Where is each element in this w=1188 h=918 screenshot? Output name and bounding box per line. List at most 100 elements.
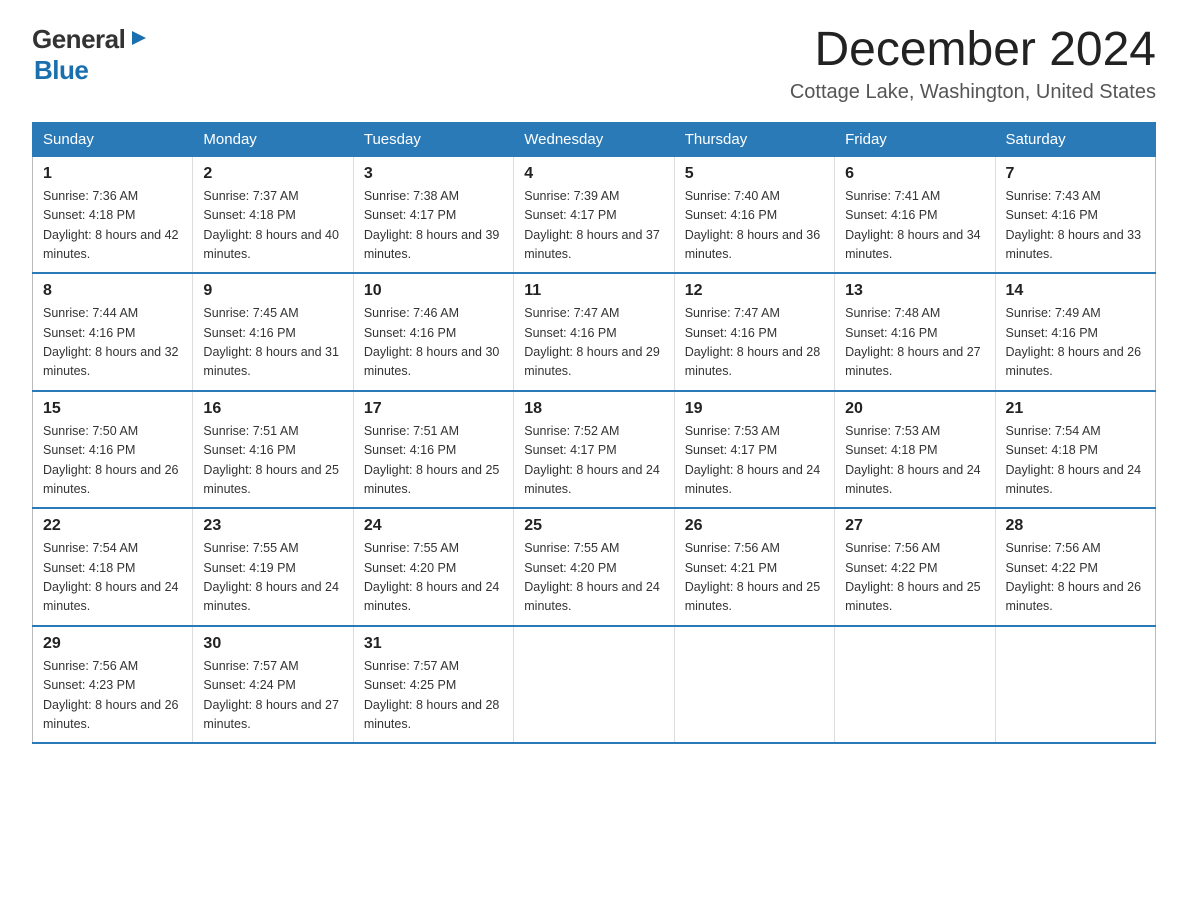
day-number: 31: [364, 635, 503, 653]
header-friday: Friday: [835, 122, 995, 156]
calendar-cell: 1 Sunrise: 7:36 AMSunset: 4:18 PMDayligh…: [33, 156, 193, 273]
day-number: 7: [1006, 165, 1145, 183]
day-info: Sunrise: 7:57 AMSunset: 4:24 PMDaylight:…: [203, 659, 339, 731]
day-number: 29: [43, 635, 182, 653]
day-number: 2: [203, 165, 342, 183]
header-thursday: Thursday: [674, 122, 834, 156]
calendar-cell: 17 Sunrise: 7:51 AMSunset: 4:16 PMDaylig…: [353, 391, 513, 509]
day-number: 3: [364, 165, 503, 183]
calendar-week-row: 22 Sunrise: 7:54 AMSunset: 4:18 PMDaylig…: [33, 508, 1156, 626]
logo: General Blue: [32, 24, 150, 86]
location-title: Cottage Lake, Washington, United States: [790, 81, 1156, 104]
calendar-cell: [995, 626, 1155, 744]
calendar-cell: 3 Sunrise: 7:38 AMSunset: 4:17 PMDayligh…: [353, 156, 513, 273]
day-number: 21: [1006, 400, 1145, 418]
day-info: Sunrise: 7:56 AMSunset: 4:22 PMDaylight:…: [1006, 541, 1142, 613]
day-info: Sunrise: 7:57 AMSunset: 4:25 PMDaylight:…: [364, 659, 500, 731]
day-number: 4: [524, 165, 663, 183]
day-number: 27: [845, 517, 984, 535]
calendar-cell: 16 Sunrise: 7:51 AMSunset: 4:16 PMDaylig…: [193, 391, 353, 509]
day-info: Sunrise: 7:53 AMSunset: 4:17 PMDaylight:…: [685, 424, 821, 496]
day-number: 12: [685, 282, 824, 300]
day-info: Sunrise: 7:47 AMSunset: 4:16 PMDaylight:…: [685, 306, 821, 378]
calendar-cell: 4 Sunrise: 7:39 AMSunset: 4:17 PMDayligh…: [514, 156, 674, 273]
page-header: General Blue December 2024 Cottage Lake,…: [32, 24, 1156, 104]
calendar-cell: 14 Sunrise: 7:49 AMSunset: 4:16 PMDaylig…: [995, 273, 1155, 391]
calendar-week-row: 8 Sunrise: 7:44 AMSunset: 4:16 PMDayligh…: [33, 273, 1156, 391]
day-number: 23: [203, 517, 342, 535]
day-number: 30: [203, 635, 342, 653]
calendar-table: Sunday Monday Tuesday Wednesday Thursday…: [32, 122, 1156, 745]
calendar-cell: 20 Sunrise: 7:53 AMSunset: 4:18 PMDaylig…: [835, 391, 995, 509]
day-number: 10: [364, 282, 503, 300]
calendar-cell: 8 Sunrise: 7:44 AMSunset: 4:16 PMDayligh…: [33, 273, 193, 391]
calendar-cell: 31 Sunrise: 7:57 AMSunset: 4:25 PMDaylig…: [353, 626, 513, 744]
day-number: 25: [524, 517, 663, 535]
weekday-header-row: Sunday Monday Tuesday Wednesday Thursday…: [33, 122, 1156, 156]
calendar-cell: 27 Sunrise: 7:56 AMSunset: 4:22 PMDaylig…: [835, 508, 995, 626]
day-info: Sunrise: 7:53 AMSunset: 4:18 PMDaylight:…: [845, 424, 981, 496]
calendar-cell: 18 Sunrise: 7:52 AMSunset: 4:17 PMDaylig…: [514, 391, 674, 509]
logo-arrow-icon: [128, 27, 150, 54]
calendar-week-row: 15 Sunrise: 7:50 AMSunset: 4:16 PMDaylig…: [33, 391, 1156, 509]
calendar-cell: 26 Sunrise: 7:56 AMSunset: 4:21 PMDaylig…: [674, 508, 834, 626]
day-info: Sunrise: 7:44 AMSunset: 4:16 PMDaylight:…: [43, 306, 179, 378]
header-sunday: Sunday: [33, 122, 193, 156]
calendar-cell: 19 Sunrise: 7:53 AMSunset: 4:17 PMDaylig…: [674, 391, 834, 509]
day-info: Sunrise: 7:54 AMSunset: 4:18 PMDaylight:…: [1006, 424, 1142, 496]
day-number: 17: [364, 400, 503, 418]
calendar-week-row: 29 Sunrise: 7:56 AMSunset: 4:23 PMDaylig…: [33, 626, 1156, 744]
calendar-cell: 25 Sunrise: 7:55 AMSunset: 4:20 PMDaylig…: [514, 508, 674, 626]
day-number: 26: [685, 517, 824, 535]
calendar-cell: [514, 626, 674, 744]
calendar-cell: 7 Sunrise: 7:43 AMSunset: 4:16 PMDayligh…: [995, 156, 1155, 273]
calendar-cell: 29 Sunrise: 7:56 AMSunset: 4:23 PMDaylig…: [33, 626, 193, 744]
calendar-cell: 12 Sunrise: 7:47 AMSunset: 4:16 PMDaylig…: [674, 273, 834, 391]
calendar-cell: 15 Sunrise: 7:50 AMSunset: 4:16 PMDaylig…: [33, 391, 193, 509]
day-number: 14: [1006, 282, 1145, 300]
title-section: December 2024 Cottage Lake, Washington, …: [790, 24, 1156, 104]
calendar-cell: 11 Sunrise: 7:47 AMSunset: 4:16 PMDaylig…: [514, 273, 674, 391]
day-info: Sunrise: 7:48 AMSunset: 4:16 PMDaylight:…: [845, 306, 981, 378]
day-info: Sunrise: 7:55 AMSunset: 4:20 PMDaylight:…: [524, 541, 660, 613]
day-info: Sunrise: 7:54 AMSunset: 4:18 PMDaylight:…: [43, 541, 179, 613]
day-info: Sunrise: 7:56 AMSunset: 4:22 PMDaylight:…: [845, 541, 981, 613]
day-info: Sunrise: 7:43 AMSunset: 4:16 PMDaylight:…: [1006, 189, 1142, 261]
day-number: 28: [1006, 517, 1145, 535]
day-number: 9: [203, 282, 342, 300]
day-info: Sunrise: 7:51 AMSunset: 4:16 PMDaylight:…: [203, 424, 339, 496]
day-number: 15: [43, 400, 182, 418]
header-wednesday: Wednesday: [514, 122, 674, 156]
day-info: Sunrise: 7:55 AMSunset: 4:20 PMDaylight:…: [364, 541, 500, 613]
day-info: Sunrise: 7:39 AMSunset: 4:17 PMDaylight:…: [524, 189, 660, 261]
day-number: 19: [685, 400, 824, 418]
day-info: Sunrise: 7:56 AMSunset: 4:21 PMDaylight:…: [685, 541, 821, 613]
calendar-week-row: 1 Sunrise: 7:36 AMSunset: 4:18 PMDayligh…: [33, 156, 1156, 273]
calendar-cell: [835, 626, 995, 744]
header-tuesday: Tuesday: [353, 122, 513, 156]
day-number: 11: [524, 282, 663, 300]
calendar-cell: 22 Sunrise: 7:54 AMSunset: 4:18 PMDaylig…: [33, 508, 193, 626]
day-info: Sunrise: 7:41 AMSunset: 4:16 PMDaylight:…: [845, 189, 981, 261]
day-number: 18: [524, 400, 663, 418]
day-info: Sunrise: 7:47 AMSunset: 4:16 PMDaylight:…: [524, 306, 660, 378]
day-info: Sunrise: 7:51 AMSunset: 4:16 PMDaylight:…: [364, 424, 500, 496]
day-number: 1: [43, 165, 182, 183]
day-info: Sunrise: 7:45 AMSunset: 4:16 PMDaylight:…: [203, 306, 339, 378]
day-info: Sunrise: 7:56 AMSunset: 4:23 PMDaylight:…: [43, 659, 179, 731]
logo-general: General: [32, 24, 125, 55]
calendar-cell: 21 Sunrise: 7:54 AMSunset: 4:18 PMDaylig…: [995, 391, 1155, 509]
day-info: Sunrise: 7:46 AMSunset: 4:16 PMDaylight:…: [364, 306, 500, 378]
day-number: 8: [43, 282, 182, 300]
calendar-cell: 28 Sunrise: 7:56 AMSunset: 4:22 PMDaylig…: [995, 508, 1155, 626]
day-number: 6: [845, 165, 984, 183]
header-monday: Monday: [193, 122, 353, 156]
calendar-body: 1 Sunrise: 7:36 AMSunset: 4:18 PMDayligh…: [33, 156, 1156, 743]
day-info: Sunrise: 7:50 AMSunset: 4:16 PMDaylight:…: [43, 424, 179, 496]
calendar-cell: 13 Sunrise: 7:48 AMSunset: 4:16 PMDaylig…: [835, 273, 995, 391]
day-info: Sunrise: 7:55 AMSunset: 4:19 PMDaylight:…: [203, 541, 339, 613]
day-info: Sunrise: 7:40 AMSunset: 4:16 PMDaylight:…: [685, 189, 821, 261]
day-number: 24: [364, 517, 503, 535]
calendar-cell: 23 Sunrise: 7:55 AMSunset: 4:19 PMDaylig…: [193, 508, 353, 626]
calendar-cell: 24 Sunrise: 7:55 AMSunset: 4:20 PMDaylig…: [353, 508, 513, 626]
